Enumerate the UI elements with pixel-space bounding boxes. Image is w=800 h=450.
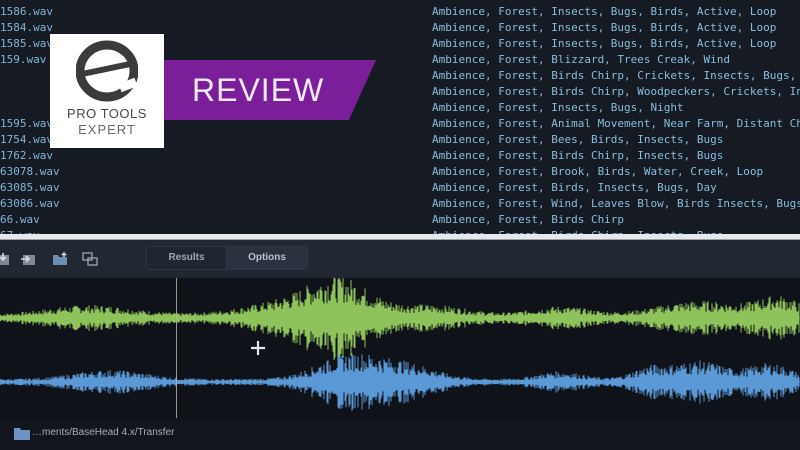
file-name: 1754.wav xyxy=(0,133,53,146)
file-name: 63086.wav xyxy=(0,197,60,210)
folder-icon[interactable] xyxy=(14,427,30,440)
file-description: Ambience, Forest, Wind, Leaves Blow, Bir… xyxy=(432,197,800,210)
waveform-channel-right xyxy=(0,353,800,411)
playhead[interactable] xyxy=(176,278,177,418)
list-item[interactable]: 63086.wav Ambience, Forest, Wind, Leaves … xyxy=(0,196,800,212)
file-name: 1595.wav xyxy=(0,117,53,130)
list-item[interactable]: 66.wav Ambience, Forest, Birds Chirp xyxy=(0,212,800,228)
crosshair-icon xyxy=(251,341,265,355)
current-path[interactable]: …ments/BaseHead 4.x/Transfer xyxy=(32,427,174,438)
waveform-channel-left xyxy=(0,278,800,361)
multi-window-icon[interactable] xyxy=(82,252,98,266)
folder-add-icon[interactable] xyxy=(52,252,68,266)
review-banner: REVIEW PRO TOOLS EXPERT xyxy=(50,34,376,148)
file-description: Ambience, Forest, Brook, Birds, Water, C… xyxy=(432,165,764,178)
file-name: 63078.wav xyxy=(0,165,60,178)
path-bar: …ments/BaseHead 4.x/Transfer xyxy=(0,418,800,450)
waveform-trace xyxy=(0,278,800,361)
pro-tools-expert-logo: PRO TOOLS EXPERT xyxy=(50,34,164,148)
file-name: 1584.wav xyxy=(0,21,53,34)
file-name: 159.wav xyxy=(0,53,47,66)
waveform-svg xyxy=(0,278,800,411)
toolbar xyxy=(0,240,800,278)
tab-results[interactable]: Results xyxy=(147,247,227,269)
file-description: Ambience, Forest, Insects, Bugs, Night xyxy=(432,101,684,114)
import-icon[interactable] xyxy=(0,252,12,266)
file-description: Ambience, Forest, Animal Movement, Near … xyxy=(432,117,800,130)
file-description: Ambience, Forest, Birds Chirp xyxy=(432,213,625,226)
file-description: Ambience, Forest, Insects, Bugs, Birds, … xyxy=(432,37,777,50)
logo-e-icon xyxy=(76,40,138,102)
list-item[interactable]: 1586.wav Ambience, Forest, Insects, Bugs,… xyxy=(0,4,800,20)
file-description: Ambience, Forest, Bees, Birds, Insects, … xyxy=(432,133,724,146)
file-description: Ambience, Forest, Birds Chirp, Insects, … xyxy=(432,149,724,162)
review-title: REVIEW xyxy=(192,72,325,108)
file-name: 66.wav xyxy=(0,213,40,226)
file-name: 1762.wav xyxy=(0,149,53,162)
file-description: Ambience, Forest, Birds, Insects, Bugs, … xyxy=(432,181,717,194)
file-description: Ambience, Forest, Birds Chirp, Crickets,… xyxy=(432,69,800,82)
list-item[interactable]: 63085.wav Ambience, Forest, Birds, Insect… xyxy=(0,180,800,196)
file-name: 63085.wav xyxy=(0,181,60,194)
file-name: 1586.wav xyxy=(0,5,53,18)
export-icon[interactable] xyxy=(20,252,36,266)
logo-text-line1: PRO TOOLS xyxy=(67,106,147,121)
file-name: 1585.wav xyxy=(0,37,53,50)
waveform-display[interactable] xyxy=(0,278,800,418)
list-item[interactable]: 63078.wav Ambience, Forest, Brook, Birds,… xyxy=(0,164,800,180)
tab-group: Results Options xyxy=(146,246,308,270)
file-description: Ambience, Forest, Insects, Bugs, Birds, … xyxy=(432,21,777,34)
list-item[interactable]: 1762.wav Ambience, Forest, Birds Chirp, I… xyxy=(0,148,800,164)
logo-text-line2: EXPERT xyxy=(78,122,136,137)
tab-options[interactable]: Options xyxy=(227,247,307,269)
file-description: Ambience, Forest, Insects, Bugs, Birds, … xyxy=(432,5,777,18)
file-description: Ambience, Forest, Blizzard, Trees Creak,… xyxy=(432,53,731,66)
file-description: Ambience, Forest, Birds Chirp, Woodpecke… xyxy=(432,85,800,98)
